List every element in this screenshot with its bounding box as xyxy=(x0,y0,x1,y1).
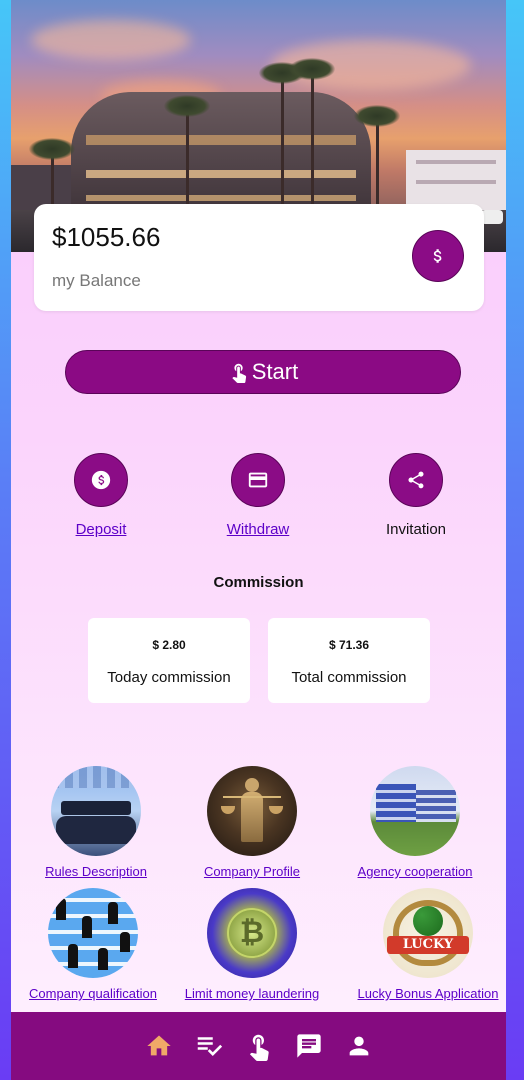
agency-cooperation-link[interactable]: Agency cooperation xyxy=(330,864,500,879)
deposit-action[interactable]: Deposit xyxy=(41,453,161,538)
withdraw-link[interactable]: Withdraw xyxy=(198,521,318,538)
message-icon xyxy=(296,1034,321,1058)
deposit-link[interactable]: Deposit xyxy=(41,521,161,538)
lucky-bonus-application-link[interactable]: Lucky Bonus Application xyxy=(343,986,506,1001)
total-commission-value: $ 71.36 xyxy=(328,638,370,652)
today-commission-value: $ 2.80 xyxy=(152,638,186,652)
rules-description-link[interactable]: Rules Description xyxy=(11,864,181,879)
company-profile-image xyxy=(207,766,297,856)
company-profile-link[interactable]: Company Profile xyxy=(167,864,337,879)
balance-label: my Balance xyxy=(52,271,141,290)
tap-icon xyxy=(249,1034,269,1061)
deposit-button[interactable] xyxy=(74,453,128,507)
app-screen: $1055.66 my Balance Start Deposit Withdr… xyxy=(11,0,506,1080)
withdraw-button[interactable] xyxy=(231,453,285,507)
lucky-bonus-application-tile[interactable]: LUCKY Lucky Bonus Application xyxy=(343,888,506,1001)
rules-description-tile[interactable]: Rules Description xyxy=(11,766,181,879)
company-profile-tile[interactable]: Company Profile xyxy=(167,766,337,879)
commission-title: Commission xyxy=(213,574,304,591)
dollar-circle-icon xyxy=(91,470,111,490)
tab-profile[interactable] xyxy=(343,1030,375,1062)
limit-money-laundering-link[interactable]: Limit money laundering xyxy=(167,986,337,1001)
rules-description-image xyxy=(51,766,141,856)
home-icon xyxy=(146,1035,171,1056)
person-icon xyxy=(349,1036,368,1056)
dollar-icon xyxy=(433,249,442,263)
limit-money-laundering-image: ₿ xyxy=(207,888,297,978)
start-label: Start xyxy=(251,359,299,384)
share-icon xyxy=(408,471,424,489)
card-icon xyxy=(248,472,268,488)
withdraw-action[interactable]: Withdraw xyxy=(198,453,318,538)
tab-tasks[interactable] xyxy=(193,1030,225,1062)
tap-icon xyxy=(232,363,246,383)
invitation-label[interactable]: Invitation xyxy=(356,521,476,538)
limit-money-laundering-tile[interactable]: ₿ Limit money laundering xyxy=(167,888,337,1001)
lucky-bonus-application-image: LUCKY xyxy=(383,888,473,978)
start-button[interactable]: Start xyxy=(65,350,461,394)
lucky-banner-text: LUCKY xyxy=(387,936,469,954)
tab-messages[interactable] xyxy=(293,1030,325,1062)
company-qualification-tile[interactable]: Company qualification xyxy=(11,888,178,1001)
total-commission-label: Total commission xyxy=(291,669,407,686)
invitation-button[interactable] xyxy=(389,453,443,507)
task-list-icon xyxy=(197,1037,222,1056)
today-commission-label: Today commission xyxy=(107,669,231,686)
company-qualification-link[interactable]: Company qualification xyxy=(11,986,178,1001)
agency-cooperation-tile[interactable]: Agency cooperation xyxy=(330,766,500,879)
tab-start[interactable] xyxy=(243,1030,275,1062)
balance-card: $1055.66 my Balance xyxy=(34,204,484,311)
company-qualification-image xyxy=(48,888,138,978)
balance-amount: $1055.66 xyxy=(52,222,161,252)
total-commission-card: $ 71.36 Total commission xyxy=(268,618,430,703)
today-commission-card: $ 2.80 Today commission xyxy=(88,618,250,703)
bottom-tab-bar xyxy=(11,1012,506,1080)
agency-cooperation-image xyxy=(370,766,460,856)
invitation-action[interactable]: Invitation xyxy=(356,453,476,538)
tab-home[interactable] xyxy=(143,1030,175,1062)
balance-button[interactable] xyxy=(412,230,464,282)
